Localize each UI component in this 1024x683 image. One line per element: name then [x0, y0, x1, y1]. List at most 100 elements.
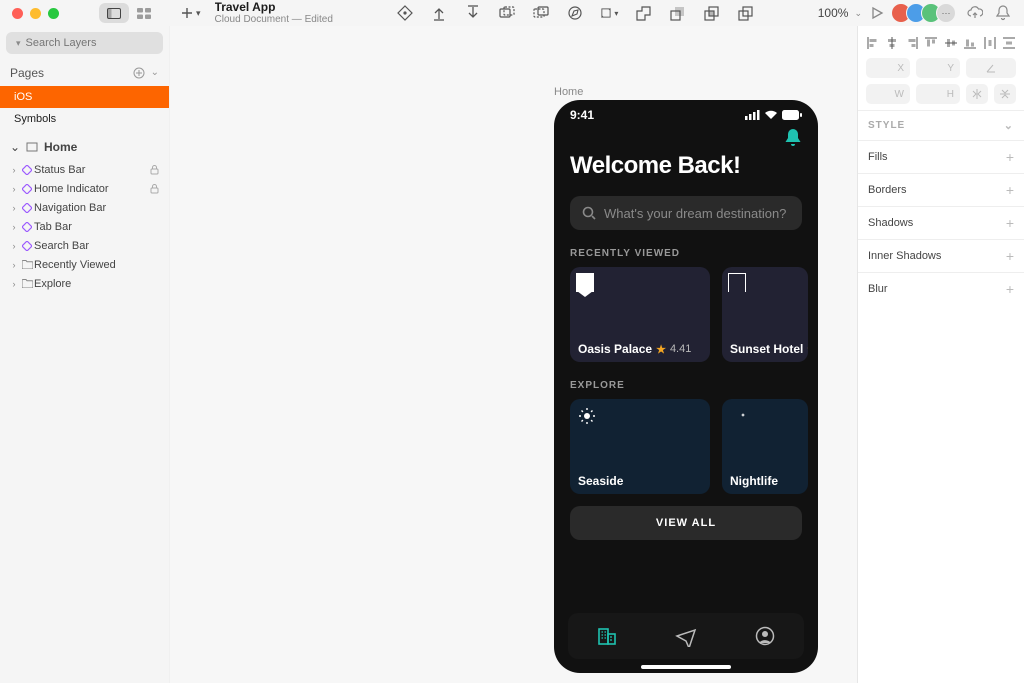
- layer-row[interactable]: › Navigation Bar: [0, 198, 169, 217]
- align-top-icon[interactable]: [925, 34, 939, 52]
- search-layers-input[interactable]: [24, 36, 170, 50]
- close-button[interactable]: [12, 8, 23, 19]
- add-fill-button[interactable]: +: [1006, 149, 1014, 165]
- align-vcenter-icon[interactable]: [944, 34, 958, 52]
- collaborator-avatars[interactable]: ⋯: [896, 3, 956, 23]
- bool-intersect-icon[interactable]: [702, 4, 720, 22]
- layer-row[interactable]: › Search Bar: [0, 236, 169, 255]
- page-item-ios[interactable]: iOS: [0, 86, 169, 108]
- distribute-h-icon[interactable]: [983, 34, 997, 52]
- artboard-home[interactable]: 9:41 Welcome Back! What's your dream des…: [554, 100, 818, 673]
- recent-card-sunset[interactable]: Sunset Hotel ★: [722, 267, 808, 362]
- layer-row[interactable]: › Home Indicator: [0, 179, 169, 198]
- tab-profile[interactable]: [755, 626, 775, 646]
- search-layers-field[interactable]: ▾: [6, 32, 163, 54]
- canvas[interactable]: Home 9:41 Welcome Back! What's your d: [170, 26, 857, 683]
- insert-button[interactable]: ▾: [181, 7, 201, 19]
- home-indicator: [641, 665, 731, 669]
- flip-h-button[interactable]: [966, 84, 988, 104]
- artboard-label[interactable]: Home: [554, 86, 583, 98]
- pages-chevron-icon[interactable]: ⌄: [151, 67, 159, 79]
- flip-v-button[interactable]: [994, 84, 1016, 104]
- recent-card-oasis[interactable]: Oasis Palace ★4.41: [570, 267, 710, 362]
- status-bar: 9:41: [554, 100, 818, 124]
- notification-bell-icon[interactable]: [784, 128, 802, 148]
- group-icon[interactable]: [498, 4, 516, 22]
- notifications-icon[interactable]: [994, 4, 1012, 22]
- preview-button[interactable]: [868, 4, 886, 22]
- style-header[interactable]: STYLE ⌄: [858, 110, 1024, 140]
- backward-icon[interactable]: [464, 4, 482, 22]
- add-shadow-button[interactable]: +: [1006, 215, 1014, 231]
- align-hcenter-icon[interactable]: [886, 34, 900, 52]
- search-bar[interactable]: What's your dream destination?: [570, 196, 802, 230]
- wifi-icon: [764, 110, 778, 120]
- distribute-v-icon[interactable]: [1003, 34, 1017, 52]
- y-field[interactable]: Y: [916, 58, 960, 78]
- bool-subtract-icon[interactable]: [668, 4, 686, 22]
- search-icon: [582, 206, 596, 220]
- inner-shadows-section[interactable]: Inner Shadows+: [858, 239, 1024, 272]
- explore-card-seaside[interactable]: Seaside: [570, 399, 710, 494]
- page-item-symbols[interactable]: Symbols: [0, 108, 169, 130]
- blur-section[interactable]: Blur+: [858, 272, 1024, 305]
- minimize-button[interactable]: [30, 8, 41, 19]
- angle-field[interactable]: [966, 58, 1016, 78]
- chevron-down-icon: ⌄: [1004, 119, 1014, 132]
- canvas-mode-button[interactable]: [99, 3, 129, 23]
- battery-icon: [782, 110, 802, 120]
- bool-union-icon[interactable]: [634, 4, 652, 22]
- align-left-icon[interactable]: [866, 34, 880, 52]
- zoom-control[interactable]: 100% ⌄: [818, 6, 862, 20]
- lock-icon[interactable]: [150, 184, 159, 194]
- ungroup-icon[interactable]: [532, 4, 550, 22]
- status-time: 9:41: [570, 108, 594, 122]
- right-inspector: X Y W H STYLE ⌄ Fills+ Borders+ Shadows+…: [857, 26, 1024, 683]
- edit-icon[interactable]: [566, 4, 584, 22]
- add-page-button[interactable]: [133, 67, 145, 79]
- transform-icon[interactable]: ▾: [600, 4, 618, 22]
- lock-icon[interactable]: [150, 165, 159, 175]
- bookmark-outline-icon[interactable]: [728, 273, 746, 292]
- symbol-icon: [20, 203, 34, 213]
- shadows-section[interactable]: Shadows+: [858, 206, 1024, 239]
- document-title[interactable]: Travel App: [215, 1, 333, 14]
- layer-row[interactable]: › Status Bar: [0, 160, 169, 179]
- x-field[interactable]: X: [866, 58, 910, 78]
- bool-difference-icon[interactable]: [736, 4, 754, 22]
- window-controls: [0, 8, 59, 19]
- symbol-tool-icon[interactable]: [396, 4, 414, 22]
- left-sidebar: ▾ Pages ⌄ iOS Symbols ⌄ Home: [0, 26, 170, 683]
- add-border-button[interactable]: +: [1006, 182, 1014, 198]
- folder-icon: [20, 260, 34, 269]
- pages-label: Pages: [10, 66, 44, 80]
- layer-row[interactable]: › Tab Bar: [0, 217, 169, 236]
- star-icon: ★: [656, 343, 666, 356]
- artboard-icon: [26, 142, 38, 152]
- artboard-name: Home: [44, 140, 77, 154]
- fills-section[interactable]: Fills+: [858, 140, 1024, 173]
- borders-section[interactable]: Borders+: [858, 173, 1024, 206]
- artboard-header[interactable]: ⌄ Home: [0, 130, 169, 160]
- symbol-icon: [20, 241, 34, 251]
- layer-row[interactable]: › Explore: [0, 274, 169, 293]
- tab-flights[interactable]: [675, 625, 697, 647]
- layer-row[interactable]: › Recently Viewed: [0, 255, 169, 274]
- fullscreen-button[interactable]: [48, 8, 59, 19]
- w-field[interactable]: W: [866, 84, 910, 104]
- align-bottom-icon[interactable]: [964, 34, 978, 52]
- align-right-icon[interactable]: [905, 34, 919, 52]
- cloud-upload-icon[interactable]: [966, 4, 984, 22]
- card-title: Seaside: [578, 474, 623, 488]
- alignment-controls: [858, 26, 1024, 58]
- bookmark-icon[interactable]: [576, 273, 594, 292]
- view-all-button[interactable]: VIEW ALL: [570, 506, 802, 540]
- forward-icon[interactable]: [430, 4, 448, 22]
- components-mode-button[interactable]: [129, 3, 159, 23]
- tab-hotels[interactable]: [597, 626, 617, 646]
- sun-icon: [578, 407, 596, 425]
- explore-card-nightlife[interactable]: Nightlife: [722, 399, 808, 494]
- add-inner-shadow-button[interactable]: +: [1006, 248, 1014, 264]
- h-field[interactable]: H: [916, 84, 960, 104]
- add-blur-button[interactable]: +: [1006, 281, 1014, 297]
